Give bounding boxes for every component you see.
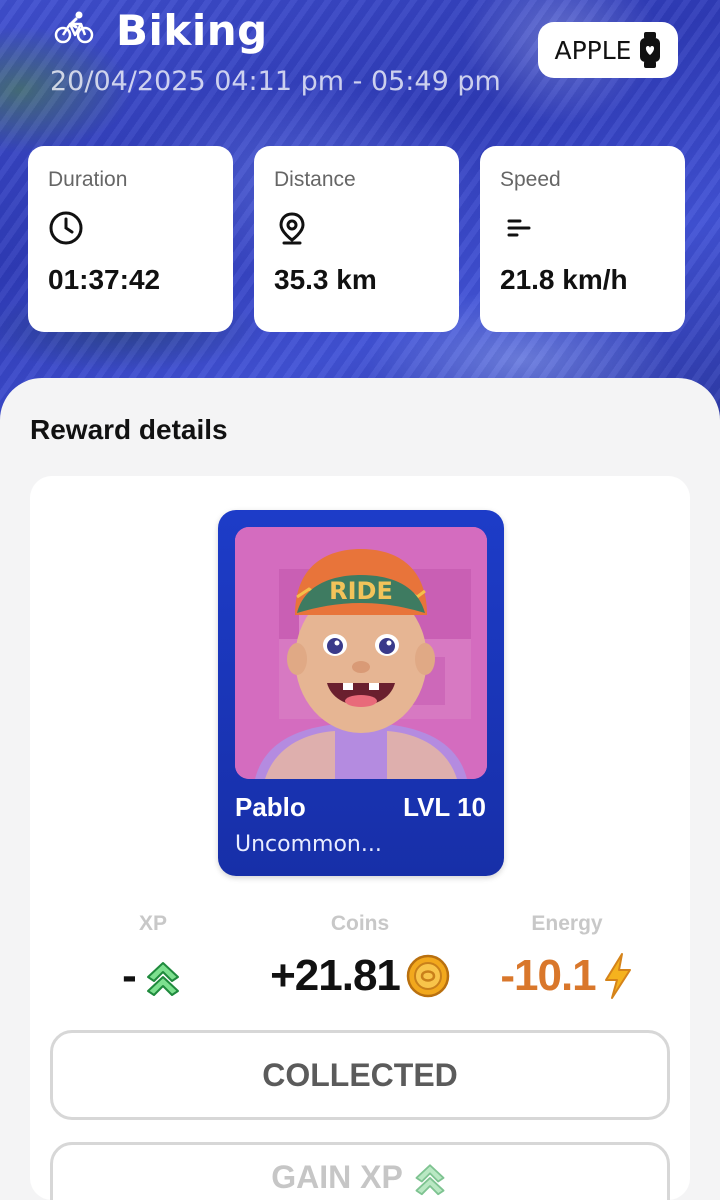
- stat-value: 35.3 km: [274, 264, 377, 295]
- reward-energy: Energy -10.1: [457, 912, 677, 1002]
- double-chevron-up-icon: [146, 962, 179, 996]
- smartwatch-icon: [640, 32, 661, 68]
- reward-value: +21.81: [270, 951, 401, 1000]
- stat-card-duration: Duration 01:37:42: [28, 146, 233, 332]
- character-portrait: RIDE: [235, 527, 487, 779]
- location-pin-icon: [279, 212, 305, 245]
- reward-panel: RIDE Pablo LVL 10 Uncommon... XP - Coins…: [30, 476, 690, 1200]
- activity-title: Biking: [116, 6, 268, 55]
- reward-value: -10.1: [500, 951, 596, 1000]
- device-source-badge[interactable]: APPLE: [538, 22, 678, 78]
- lightning-icon: [604, 953, 631, 999]
- reward-value: -: [122, 951, 137, 1000]
- coin-icon: [406, 954, 450, 998]
- activity-header: Biking 20/04/2025 04:11 pm - 05:49 pm AP…: [0, 0, 720, 420]
- character-level: LVL 10: [403, 792, 486, 822]
- character-name: Pablo: [235, 792, 306, 822]
- clock-icon: [49, 211, 83, 245]
- stat-value: 21.8 km/h: [500, 264, 628, 295]
- stat-card-distance: Distance 35.3 km: [254, 146, 459, 332]
- reward-label: Coins: [330, 912, 390, 935]
- hat-text: RIDE: [329, 577, 393, 605]
- reward-sheet: Reward details RIDE Pablo LVL 10 Uncommo…: [0, 378, 720, 1200]
- character-card[interactable]: RIDE Pablo LVL 10 Uncommon...: [218, 510, 504, 876]
- reward-xp: XP -: [43, 912, 263, 1002]
- character-rarity: Uncommon...: [235, 832, 382, 857]
- speed-lines-icon: [507, 219, 531, 237]
- stat-label: Duration: [48, 168, 128, 191]
- reward-label: XP: [138, 912, 167, 935]
- stat-value: 01:37:42: [48, 264, 161, 295]
- stat-label: Distance: [274, 168, 356, 191]
- stat-card-speed: Speed 21.8 km/h: [480, 146, 685, 332]
- collected-button[interactable]: COLLECTED: [50, 1030, 670, 1120]
- collected-button-label: COLLECTED: [262, 1056, 458, 1093]
- reward-label: Energy: [531, 912, 603, 935]
- reward-coins: Coins +21.81: [250, 912, 470, 1002]
- device-label: APPLE: [554, 35, 632, 65]
- double-chevron-up-icon: [415, 1164, 445, 1196]
- stat-label: Speed: [500, 168, 561, 191]
- activity-time-range: 20/04/2025 04:11 pm - 05:49 pm: [50, 66, 501, 97]
- gain-xp-button[interactable]: GAIN XP: [50, 1142, 670, 1200]
- gain-xp-button-label: GAIN XP: [271, 1158, 403, 1195]
- character-avatar-image: RIDE: [235, 527, 487, 779]
- section-title: Reward details: [30, 414, 228, 445]
- bike-icon: [54, 11, 94, 44]
